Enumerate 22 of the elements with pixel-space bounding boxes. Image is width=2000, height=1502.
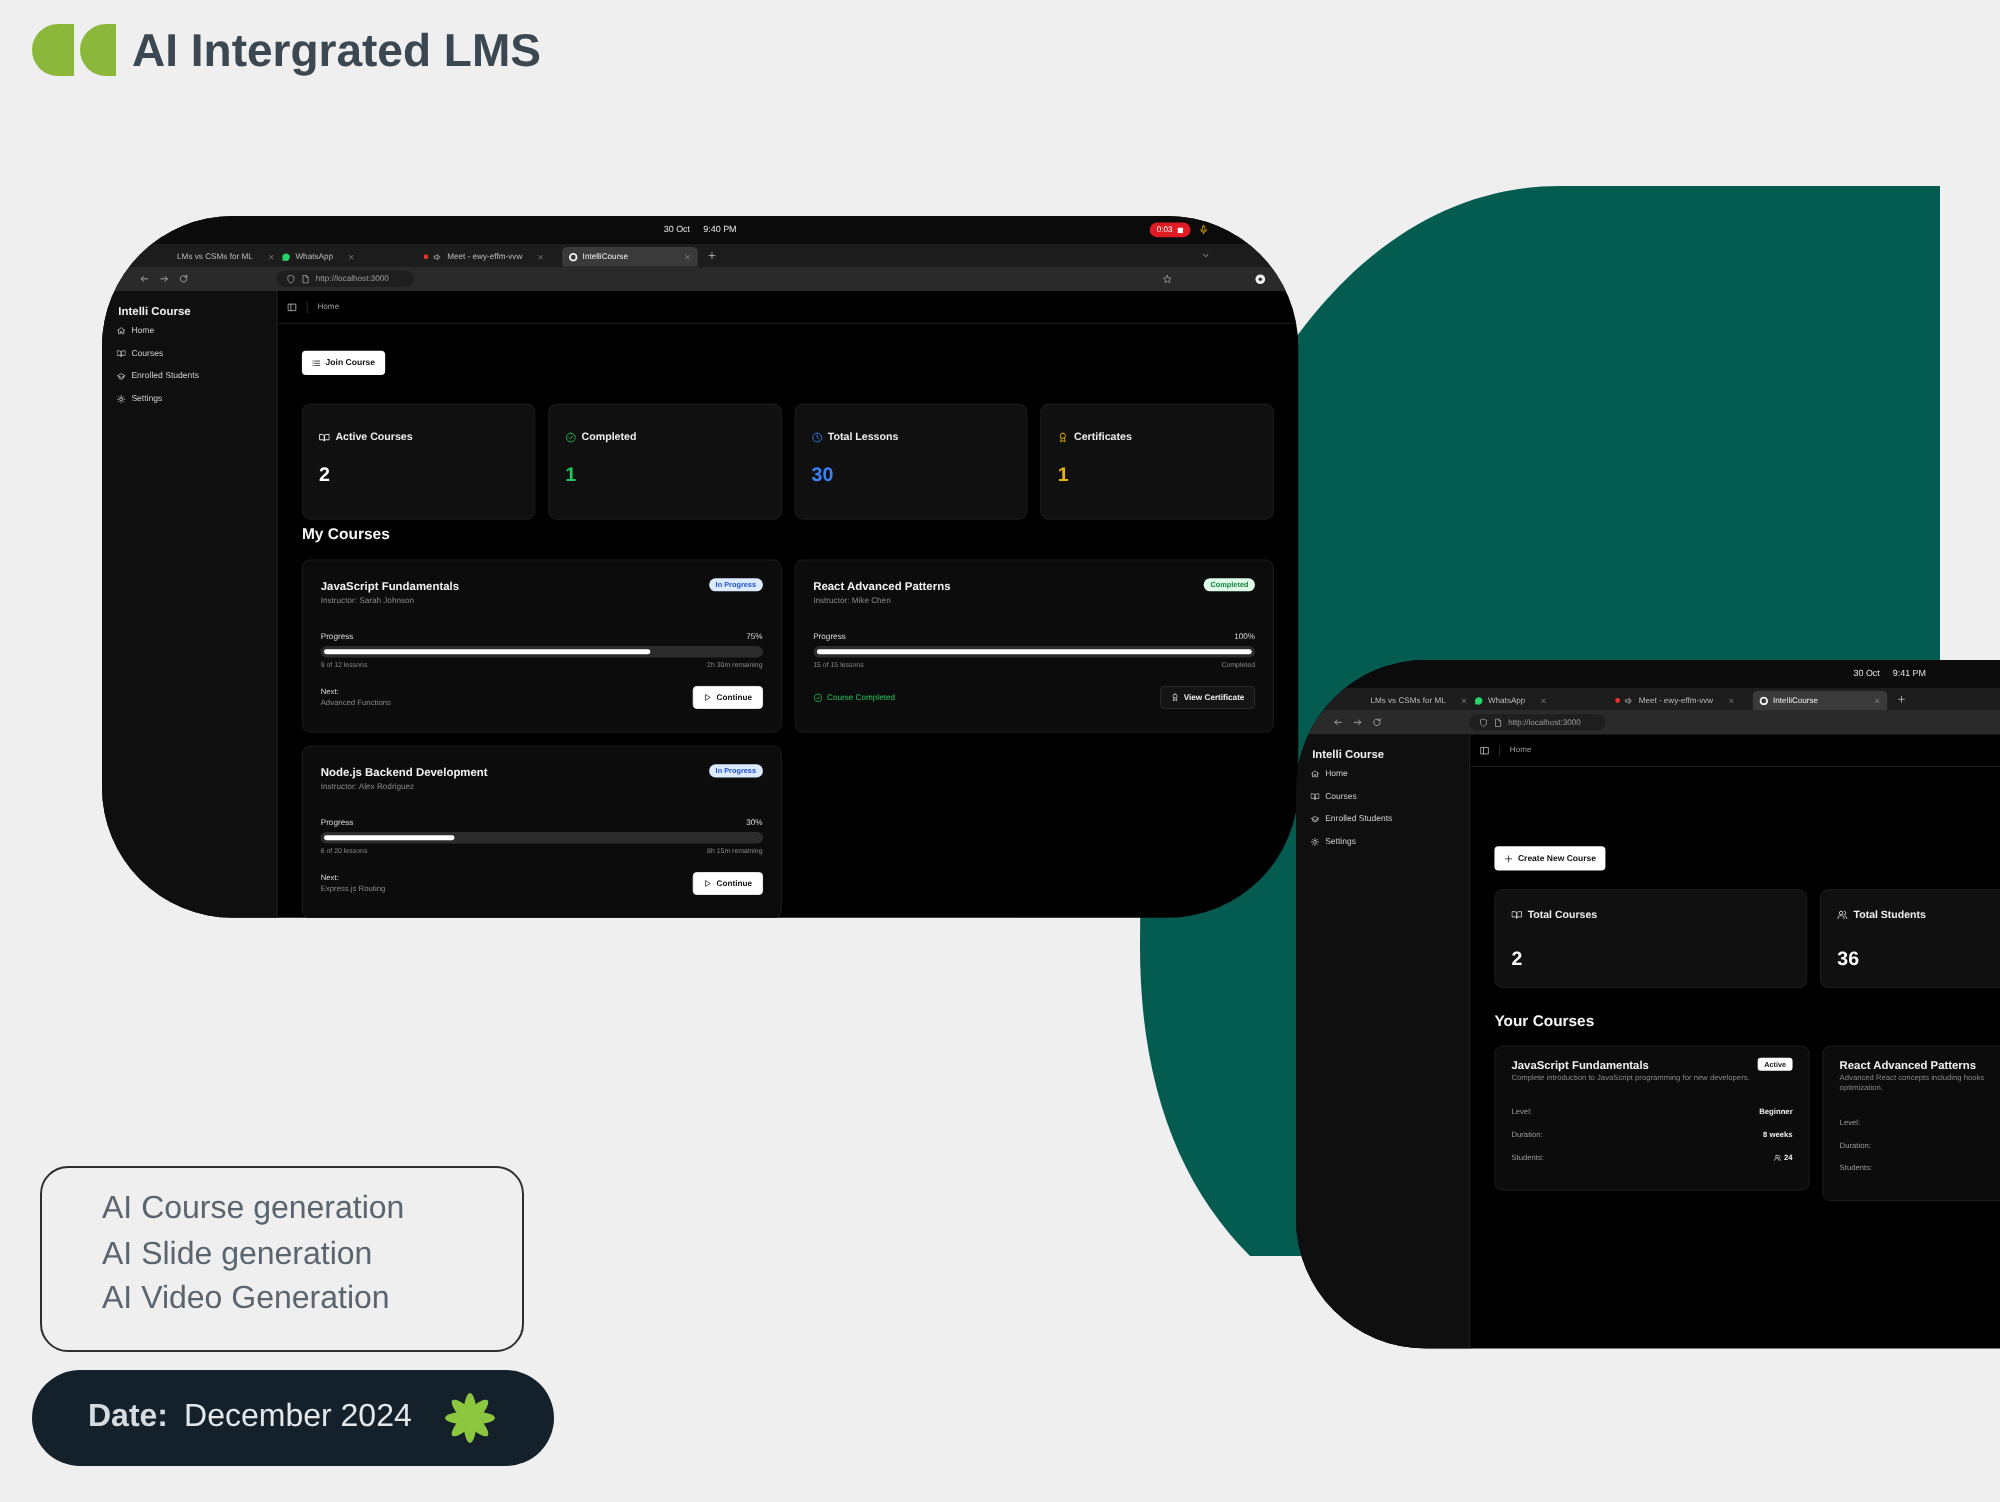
stat-value: 1 — [1057, 464, 1069, 487]
asterisk-icon — [443, 1392, 496, 1444]
stop-icon — [1177, 227, 1184, 233]
recording-dot-icon — [423, 254, 429, 260]
date-label: Date: — [88, 1400, 169, 1436]
stat-value: 36 — [1837, 948, 1859, 972]
chat-bubble-icon — [281, 252, 291, 262]
ring-icon — [568, 252, 578, 262]
feature-item: AI Course generation — [102, 1190, 405, 1230]
date-value: December 2024 — [184, 1400, 412, 1436]
recording-dot-icon — [1615, 698, 1620, 703]
chat-bubble-icon — [1474, 696, 1484, 705]
stat-value: 2 — [1511, 948, 1523, 972]
stat-value: 1 — [565, 464, 577, 487]
slide-title: AI Intergrated LMS — [132, 22, 541, 80]
profile-circle-icon[interactable] — [1255, 273, 1266, 285]
feature-item: AI Slide generation — [102, 1235, 373, 1275]
stat-value: 2 — [319, 464, 330, 487]
feature-item: AI Video Generation — [102, 1280, 390, 1320]
logo-icon — [32, 24, 116, 76]
stat-value: 30 — [811, 464, 834, 487]
ring-icon — [1759, 696, 1769, 705]
